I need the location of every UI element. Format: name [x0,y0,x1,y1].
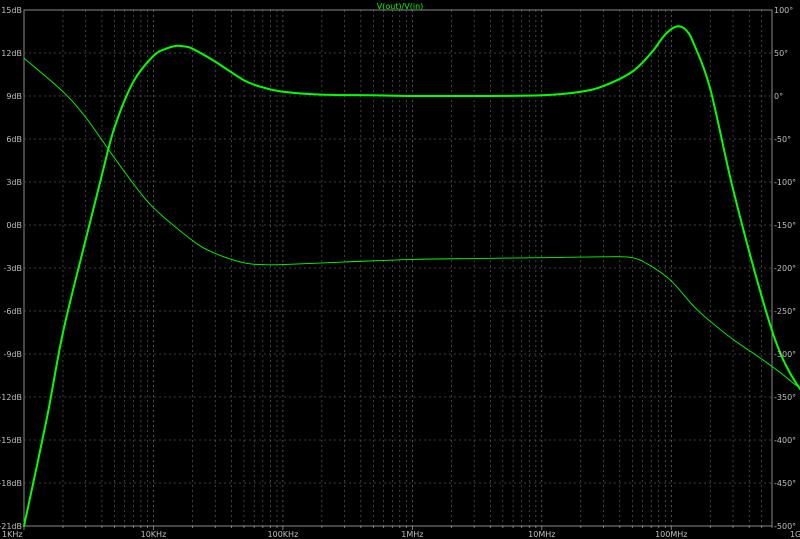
x-tick-label: 100KHz [268,530,299,539]
x-tick-label: 1GHz [790,530,800,539]
x-tick-label: 10KHz [141,530,167,539]
right-tick-label: -150° [774,221,796,230]
left-tick-label: 6dB [6,135,22,144]
left-tick-label: 0dB [6,221,22,230]
left-tick-label: -3dB [3,264,22,273]
right-tick-label: -400° [774,436,796,445]
right-tick-label: -350° [774,393,796,402]
left-tick-label: 15dB [1,6,22,15]
right-tick-label: -100° [774,178,796,187]
right-tick-label: -300° [774,350,796,359]
bode-plot: 15dB 12dB 9dB 6dB 3dB 0dB -3dB -6dB -9dB -12dB -15… [0,0,800,539]
left-tick-label: -18dB [0,479,22,488]
right-tick-label: -50° [774,135,791,144]
right-tick-label: -200° [774,264,796,273]
x-tick-label: 10MHz [528,530,555,539]
right-tick-label: 0° [774,92,783,101]
left-tick-label: 9dB [6,92,22,101]
left-tick-label: -6dB [3,307,22,316]
x-tick-label: 1KHz [2,530,23,539]
left-tick-label: 3dB [6,178,22,187]
right-tick-label: 100° [774,6,793,15]
right-tick-label: -250° [774,307,796,316]
right-tick-label: 50° [774,49,788,58]
x-tick-label: 1MHz [401,530,423,539]
x-tick-label: 100MHz [655,530,687,539]
left-tick-label: 12dB [1,49,22,58]
left-tick-label: -15dB [0,436,22,445]
left-tick-label: -9dB [3,350,22,359]
chart-title: V(out)/V(in) [377,2,424,11]
right-tick-label: -450° [774,479,796,488]
left-tick-label: -12dB [0,393,22,402]
